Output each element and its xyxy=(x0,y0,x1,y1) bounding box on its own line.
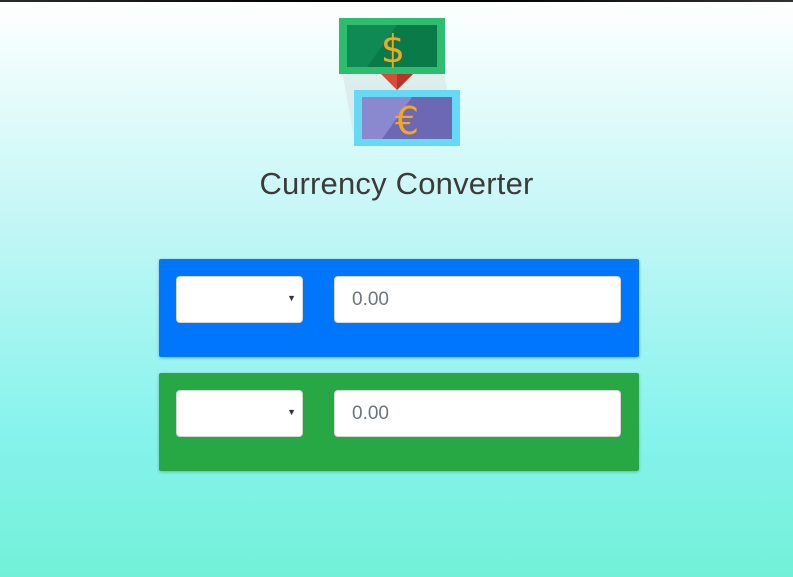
from-amount-input[interactable] xyxy=(334,276,621,323)
top-bar xyxy=(0,0,793,2)
from-currency-panel: ▼ xyxy=(159,259,639,357)
chevron-down-icon: ▼ xyxy=(287,407,296,417)
to-currency-panel: ▼ xyxy=(159,373,639,471)
to-amount-input[interactable] xyxy=(334,390,621,437)
dollar-symbol: $ xyxy=(381,27,405,71)
euro-symbol: € xyxy=(395,99,419,143)
to-currency-select[interactable]: ▼ xyxy=(176,390,303,437)
chevron-down-icon: ▼ xyxy=(287,293,296,303)
currency-exchange-logo-icon: $ € xyxy=(339,18,460,146)
from-currency-select[interactable]: ▼ xyxy=(176,276,303,323)
page-title: Currency Converter xyxy=(259,166,534,201)
